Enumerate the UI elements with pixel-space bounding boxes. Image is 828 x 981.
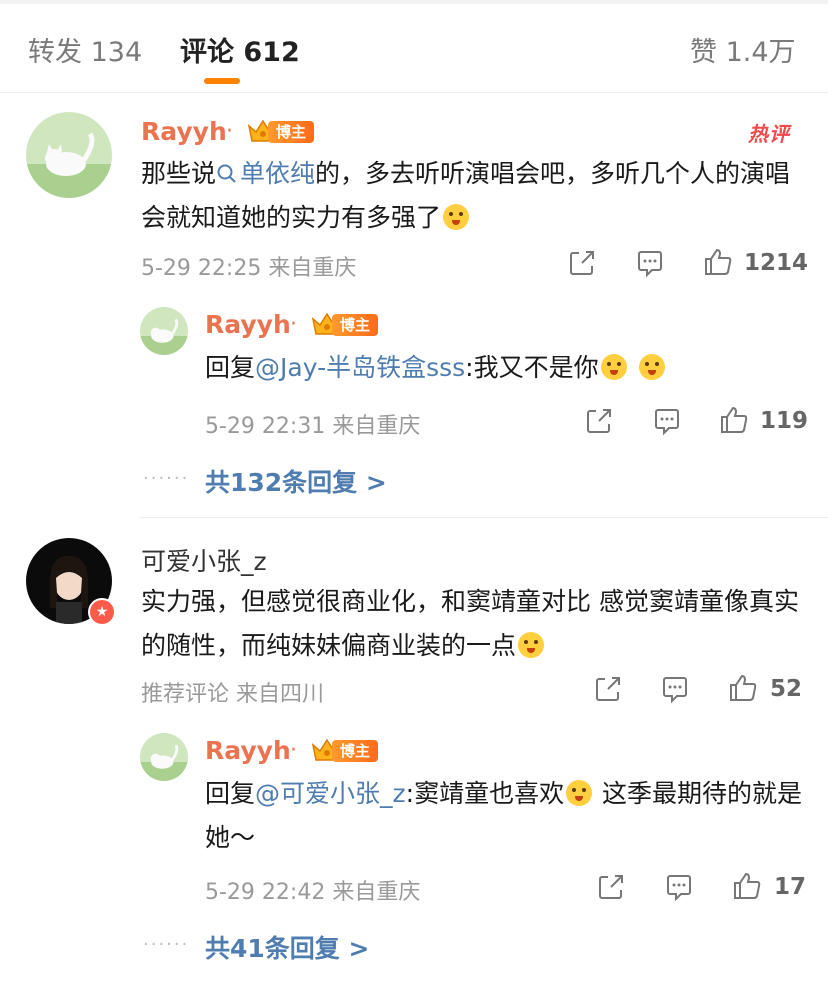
comment-author[interactable]: 可爱小张_z xyxy=(141,542,267,578)
like-icon[interactable] xyxy=(728,673,758,703)
reply-author[interactable]: Rayyh xyxy=(205,310,291,339)
tab-likes[interactable]: 赞 1.4万 xyxy=(690,30,796,69)
comment-icon[interactable] xyxy=(652,406,682,436)
thinking-emoji-icon xyxy=(638,354,665,380)
more-replies-link[interactable]: 共132条回复 > xyxy=(205,463,387,499)
search-icon xyxy=(217,164,236,183)
tab-repost[interactable]: 转发 134 xyxy=(28,30,142,69)
reply-text: 回复@可爱小张_z:窦靖童也喜欢 这季最期待的就是她～ xyxy=(205,772,805,860)
blogger-badge: 博主 xyxy=(310,310,380,338)
laughing-emoji-icon xyxy=(566,780,593,806)
like-count: 1214 xyxy=(744,250,809,276)
topic-text: 单依纯 xyxy=(240,159,316,188)
like-count: 52 xyxy=(770,676,803,702)
comment-icon[interactable] xyxy=(635,248,665,278)
reply-text-part: :我又不是你 xyxy=(465,353,599,382)
reply-meta: 5-29 22:42 来自重庆 xyxy=(205,880,421,905)
share-icon[interactable] xyxy=(584,406,614,436)
reply-prefix: 回复 xyxy=(205,779,256,808)
tab-comments[interactable]: 评论 612 xyxy=(180,30,300,69)
laughing-emoji-icon xyxy=(443,204,470,230)
doge-emoji-icon xyxy=(518,632,545,658)
comment-text-part: 实力强，但感觉很商业化，和窦靖童对比 感觉窦靖童像真实的随性，而纯妹妹偏商业装的… xyxy=(141,587,799,660)
badge-label: 博主 xyxy=(268,121,314,143)
badge-label: 博主 xyxy=(332,740,378,762)
badge-label: 博主 xyxy=(332,314,378,336)
comment-icon[interactable] xyxy=(664,872,694,902)
more-dots-icon: ······ xyxy=(143,468,190,489)
comment-meta: 推荐评论 来自四川 xyxy=(141,682,324,707)
like-icon[interactable] xyxy=(719,405,749,435)
avatar[interactable] xyxy=(140,733,188,781)
hot-comment-label: 热评 xyxy=(748,122,790,146)
more-dots-icon: ······ xyxy=(143,934,190,955)
comment-text-part: 那些说 xyxy=(141,159,217,188)
reply-prefix: 回复 xyxy=(205,353,256,382)
topic-link[interactable]: 单依纯 xyxy=(216,159,315,188)
thinking-emoji-icon xyxy=(600,354,627,380)
mention-link[interactable]: @Jay-半岛铁盒sss xyxy=(255,353,465,382)
mention-link[interactable]: @可爱小张_z xyxy=(255,779,406,808)
blogger-badge: 博主 xyxy=(310,736,380,764)
reply-meta: 5-29 22:31 来自重庆 xyxy=(205,414,421,439)
reply-author[interactable]: Rayyh xyxy=(205,736,291,765)
name-dot: · xyxy=(290,738,297,763)
verified-badge-icon: ★ xyxy=(88,598,116,626)
comment-text: 那些说 单依纯的，多去听听演唱会吧，多听几个人的演唱会就知道她的实力有多强了 xyxy=(141,152,801,240)
more-replies-link[interactable]: 共41条回复 > xyxy=(205,929,369,965)
avatar[interactable] xyxy=(140,307,188,355)
blogger-badge: 博主 xyxy=(246,117,316,145)
avatar[interactable] xyxy=(26,112,112,198)
comment-divider xyxy=(140,517,828,518)
comment-meta: 5-29 22:25 来自重庆 xyxy=(141,256,357,281)
share-icon[interactable] xyxy=(596,872,626,902)
reply-text-part: :窦靖童也喜欢 xyxy=(405,779,565,808)
name-dot: · xyxy=(290,312,297,337)
like-icon[interactable] xyxy=(732,871,762,901)
share-icon[interactable] xyxy=(593,674,623,704)
like-count: 17 xyxy=(774,874,807,900)
reply-text: 回复@Jay-半岛铁盒sss:我又不是你 xyxy=(205,346,805,390)
comment-author[interactable]: Rayyh xyxy=(141,117,227,146)
active-tab-indicator xyxy=(204,78,240,84)
tab-bar: 转发 134 评论 612 赞 1.4万 xyxy=(0,4,828,93)
like-icon[interactable] xyxy=(703,247,733,277)
name-dot: · xyxy=(226,119,233,144)
comment-icon[interactable] xyxy=(660,674,690,704)
comment-text: 实力强，但感觉很商业化，和窦靖童对比 感觉窦靖童像真实的随性，而纯妹妹偏商业装的… xyxy=(141,580,801,668)
share-icon[interactable] xyxy=(567,248,597,278)
like-count: 119 xyxy=(760,408,809,434)
